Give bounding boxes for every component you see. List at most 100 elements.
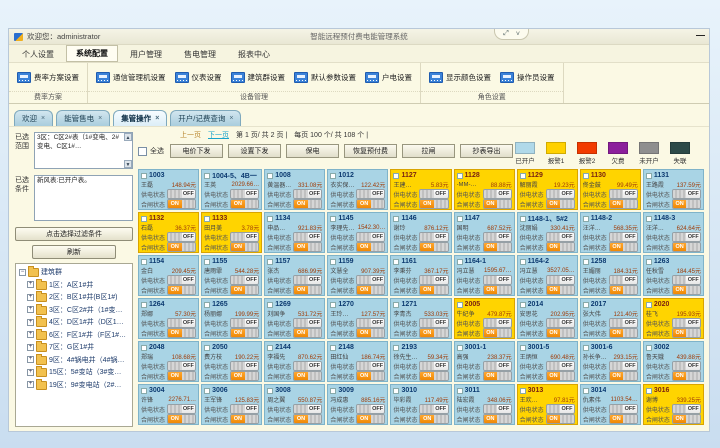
supply-status-toggle[interactable]: OFF (483, 275, 512, 285)
supply-status-toggle[interactable]: OFF (293, 189, 322, 199)
tree-item-3[interactable]: +4区：D区1#井（D区1… (27, 316, 131, 329)
meter-card[interactable]: 2193徐先生…59.34元供电状态OFF合闸状态ON (390, 341, 451, 382)
supply-status-toggle[interactable]: OFF (419, 404, 448, 414)
supply-status-toggle[interactable]: OFF (356, 404, 385, 414)
switch-status-toggle[interactable]: ON (167, 414, 196, 424)
tree-item-0[interactable]: +1区：A区1#井 (27, 279, 131, 292)
meter-card[interactable]: 1127王建…5.83元供电状态OFF合闸状态ON (390, 169, 451, 210)
meter-card[interactable]: 1132石磊36.37元供电状态OFF合闸状态ON (138, 212, 199, 253)
expand-icon[interactable]: ⤢ (503, 30, 509, 38)
card-checkbox[interactable] (583, 173, 589, 179)
supply-status-toggle[interactable]: OFF (167, 232, 196, 242)
action-button-5[interactable]: 抄表导出 (460, 144, 513, 158)
supply-status-toggle[interactable]: OFF (419, 275, 448, 285)
switch-status-toggle[interactable]: ON (546, 328, 575, 338)
supply-status-toggle[interactable]: OFF (546, 232, 575, 242)
switch-status-toggle[interactable]: ON (293, 328, 322, 338)
switch-status-toggle[interactable]: ON (356, 242, 385, 252)
supply-status-toggle[interactable]: OFF (546, 189, 575, 199)
supply-status-toggle[interactable]: OFF (483, 232, 512, 242)
meter-card[interactable]: 1258王媚丽184.31元供电状态OFF合闸状态ON (580, 255, 641, 296)
card-checkbox[interactable] (267, 173, 273, 179)
card-checkbox[interactable] (583, 345, 589, 351)
meter-card[interactable]: 1145李理先…1542.30…供电状态OFF合闸状态ON (327, 212, 388, 253)
card-checkbox[interactable] (393, 173, 399, 179)
selected-filter-input[interactable]: 新风表:已开户表。 (34, 175, 133, 221)
meter-card[interactable]: 1148-3汪洋…624.64元供电状态OFF合闸状态ON (643, 212, 704, 253)
tree-item-8[interactable]: +19区：9#变电站（2#… (27, 379, 131, 392)
card-checkbox[interactable] (646, 302, 652, 308)
meter-card[interactable]: 2005牛纪争479.87元供电状态OFF合闸状态ON (454, 298, 515, 339)
action-button-0[interactable]: 电价下发 (170, 144, 223, 158)
supply-status-toggle[interactable]: OFF (546, 361, 575, 371)
meter-card[interactable]: 1148-2汪洋…568.35元供电状态OFF合闸状态ON (580, 212, 641, 253)
meter-card[interactable]: 3004许锋2276.71…供电状态OFF合闸状态ON (138, 384, 199, 425)
supply-status-toggle[interactable]: OFF (419, 189, 448, 199)
supply-status-toggle[interactable]: OFF (483, 318, 512, 328)
expand-icon[interactable]: + (27, 281, 34, 288)
card-checkbox[interactable] (646, 388, 652, 394)
meter-card[interactable]: 1129解丽霞19.23元供电状态OFF合闸状态ON (517, 169, 578, 210)
ribbon-button-2-1[interactable]: 操作员设置 (500, 72, 555, 83)
ribbon-button-0-0[interactable]: 费率方案设置 (17, 72, 79, 83)
switch-status-toggle[interactable]: ON (419, 328, 448, 338)
card-checkbox[interactable] (520, 302, 526, 308)
supply-status-toggle[interactable]: OFF (230, 404, 259, 414)
card-checkbox[interactable] (646, 259, 652, 265)
supply-status-toggle[interactable]: OFF (356, 318, 385, 328)
ribbon-button-1-0[interactable]: 通信管理机设置 (96, 72, 166, 83)
tree-root[interactable]: −建筑群 (19, 266, 131, 279)
card-checkbox[interactable] (204, 173, 210, 179)
supply-status-toggle[interactable]: OFF (293, 318, 322, 328)
supply-status-toggle[interactable]: OFF (483, 189, 512, 199)
menu-item-4[interactable]: 报表中心 (228, 46, 280, 62)
card-checkbox[interactable] (330, 302, 336, 308)
card-checkbox[interactable] (204, 302, 210, 308)
supply-status-toggle[interactable]: OFF (356, 232, 385, 242)
supply-status-toggle[interactable]: OFF (672, 232, 701, 242)
supply-status-toggle[interactable]: OFF (230, 318, 259, 328)
supply-status-toggle[interactable]: OFF (230, 361, 259, 371)
meter-card[interactable]: 3009冯成惠885.16元供电状态OFF合闸状态ON (327, 384, 388, 425)
supply-status-toggle[interactable]: OFF (419, 318, 448, 328)
switch-status-toggle[interactable]: ON (546, 414, 575, 424)
supply-status-toggle[interactable]: OFF (167, 318, 196, 328)
switch-status-toggle[interactable]: ON (483, 414, 512, 424)
card-checkbox[interactable] (141, 345, 147, 351)
switch-status-toggle[interactable]: ON (609, 199, 638, 209)
ribbon-button-1-2[interactable]: 建筑群设置 (231, 72, 286, 83)
select-all-checkbox[interactable] (138, 147, 147, 156)
supply-status-toggle[interactable]: OFF (609, 232, 638, 242)
tree-item-7[interactable]: +15区：5#变站（3#变… (27, 366, 131, 379)
supply-status-toggle[interactable]: OFF (230, 189, 259, 199)
supply-status-toggle[interactable]: OFF (419, 232, 448, 242)
supply-status-toggle[interactable]: OFF (546, 275, 575, 285)
expand-icon[interactable]: + (27, 331, 34, 338)
supply-status-toggle[interactable]: OFF (167, 361, 196, 371)
expand-icon[interactable]: + (27, 381, 34, 388)
expand-icon[interactable]: + (27, 319, 34, 326)
tab-3[interactable]: 开户/记费查询× (170, 110, 241, 126)
meter-card[interactable]: 1003王磊148.94元供电状态OFF合闸状态ON (138, 169, 199, 210)
switch-status-toggle[interactable]: ON (230, 285, 259, 295)
switch-status-toggle[interactable]: ON (356, 414, 385, 424)
action-button-4[interactable]: 拉闸 (402, 144, 455, 158)
switch-status-toggle[interactable]: ON (546, 371, 575, 381)
meter-card[interactable]: 1271李青杰533.03元供电状态OFF合闸状态ON (390, 298, 451, 339)
card-checkbox[interactable] (457, 173, 463, 179)
switch-status-toggle[interactable]: ON (483, 242, 512, 252)
supply-status-toggle[interactable]: OFF (419, 361, 448, 371)
meter-card[interactable]: 1263任秋雪184.45元供电状态OFF合闸状态ON (643, 255, 704, 296)
expand-icon[interactable]: + (27, 294, 34, 301)
menu-item-1[interactable]: 系统配置 (66, 45, 118, 62)
expand-icon[interactable]: + (27, 306, 34, 313)
meter-card[interactable]: 1004-5、4B一王英2029.66…供电状态OFF合闸状态ON (201, 169, 262, 210)
card-checkbox[interactable] (330, 259, 336, 265)
switch-status-toggle[interactable]: ON (167, 199, 196, 209)
supply-status-toggle[interactable]: OFF (293, 404, 322, 414)
card-checkbox[interactable] (141, 216, 147, 222)
supply-status-toggle[interactable]: OFF (546, 318, 575, 328)
card-checkbox[interactable] (393, 345, 399, 351)
filter-select-button[interactable]: 点击选择过滤条件 (15, 227, 133, 241)
meter-card[interactable]: 1008黄温器…331.08元供电状态OFF合闸状态ON (264, 169, 325, 210)
